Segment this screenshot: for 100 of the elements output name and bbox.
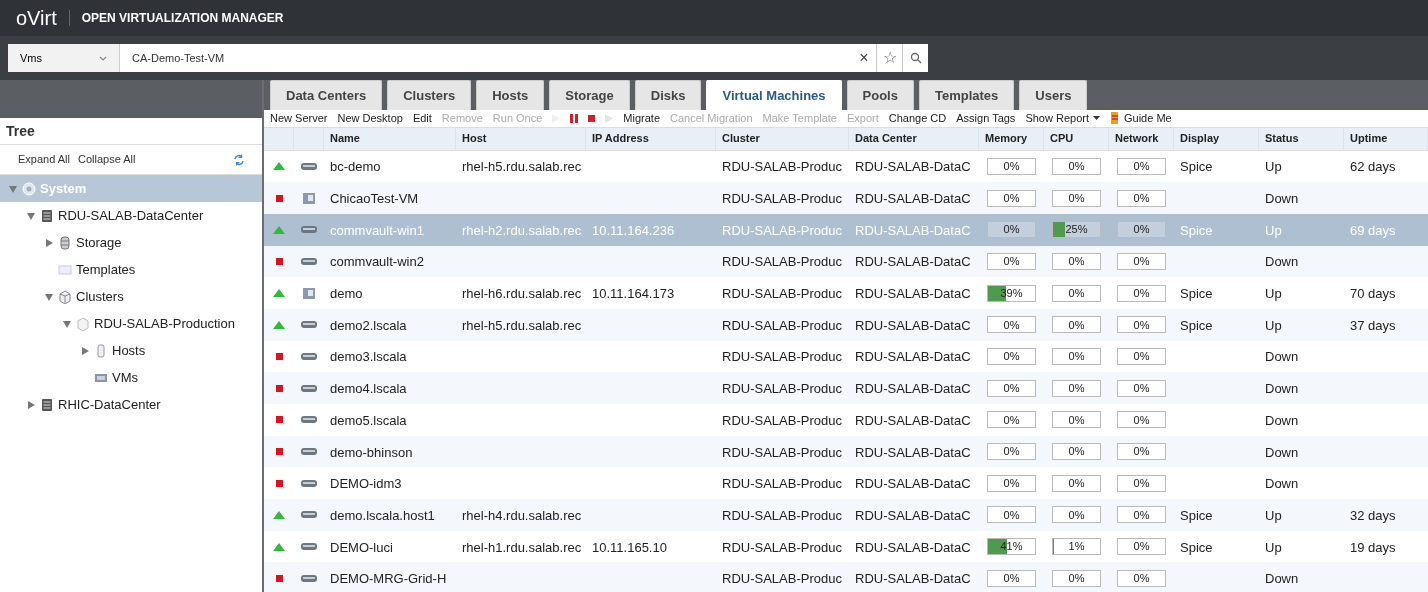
tab[interactable]: Pools [846, 80, 914, 110]
tab[interactable]: Virtual Machines [706, 80, 842, 110]
usage-meter: 0% [1117, 316, 1166, 334]
table-row[interactable]: demo-bhinson RDU-SALAB-Produc RDU-SALAB-DataC 0% 0% 0% Down [264, 435, 1428, 468]
table-cell: DEMO-idm3 [330, 476, 402, 492]
usage-meter: 0% [1052, 569, 1101, 587]
usage-meter: 0% [987, 316, 1036, 334]
toolbar-button[interactable]: Edit [412, 110, 432, 127]
table-cell: RDU-SALAB-Produc [722, 222, 842, 238]
usage-meter: 0% [987, 506, 1036, 524]
table-row[interactable]: demo.lscala.host1 rhel-h4.rdu.salab.rec RDU-SALAB-Produc RDU-SALAB-DataC 0% 0% 0% Spice Up 32 days [264, 499, 1428, 531]
bookmark-button[interactable]: ☆ [876, 44, 902, 72]
tree-item[interactable]: Templates [0, 256, 262, 283]
table-cell: 19 days [1350, 539, 1396, 555]
table-cell: Spice [1180, 159, 1213, 175]
table-row[interactable]: ChicaoTest-VM RDU-SALAB-Produc RDU-SALAB-DataC 0% 0% 0% Down [264, 182, 1428, 214]
table-row[interactable]: commvault-win2 RDU-SALAB-Produc RDU-SALAB-DataC 0% 0% 0% Down [264, 245, 1428, 278]
toolbar-button[interactable]: New Desktop [337, 110, 403, 127]
tab[interactable]: Hosts [476, 80, 545, 110]
table-cell: Spice [1180, 539, 1213, 555]
tree-action-link[interactable]: Expand All [18, 151, 70, 168]
column-header[interactable]: Cluster [716, 127, 849, 150]
tree-item[interactable]: Hosts [0, 337, 262, 364]
table-cell: Up [1265, 159, 1282, 175]
column-header[interactable]: Status [1259, 127, 1344, 150]
cube-icon [58, 289, 72, 304]
app-title: OPEN VIRTUALIZATION MANAGER [81, 10, 284, 27]
usage-meter: 0% [987, 411, 1036, 429]
tab[interactable]: Data Centers [270, 80, 383, 110]
table-cell: RDU-SALAB-Produc [722, 444, 842, 460]
table-cell: Spice [1180, 317, 1213, 333]
tab[interactable]: Clusters [387, 80, 472, 110]
cylinder-icon [58, 235, 72, 250]
toolbar-button[interactable]: Migrate [623, 110, 661, 127]
usage-meter: 0% [1117, 347, 1166, 365]
guide-me-button[interactable]: Guide Me [1109, 110, 1172, 127]
toolbar-button[interactable]: New Server [270, 110, 328, 127]
column-header[interactable]: Network [1109, 127, 1174, 150]
tree-item[interactable]: RDU-SALAB-Production [0, 310, 262, 337]
usage-meter: 0% [1052, 157, 1101, 175]
column-header[interactable]: IP Address [586, 127, 716, 150]
table-row[interactable]: commvault-win1 rhel-h2.rdu.salab.rec 10.11.164.236 RDU-SALAB-Produc RDU-SALAB-DataC 0% 25% 0% Spice Up 69 days [264, 213, 1428, 246]
database-icon [40, 208, 54, 223]
toolbar-icon-button[interactable] [588, 114, 596, 122]
table-cell: Up [1265, 507, 1282, 523]
table-cell: ChicaoTest-VM [330, 191, 419, 207]
table-cell: Up [1265, 286, 1282, 302]
tree-action-link[interactable]: Collapse All [78, 151, 136, 168]
logo: oVirt [16, 6, 57, 31]
table-row[interactable]: DEMO-MRG-Grid-H RDU-SALAB-Produc RDU-SALAB-DataC 0% 0% 0% Down [264, 562, 1428, 592]
table-row[interactable]: demo4.lscala RDU-SALAB-Produc RDU-SALAB-DataC 0% 0% 0% Down [264, 372, 1428, 404]
table-cell: DEMO-luci [330, 539, 393, 555]
table-cell: commvault-win2 [330, 254, 424, 270]
expand-arrow-icon [44, 237, 54, 248]
tab[interactable]: Users [1019, 80, 1088, 110]
tree-item[interactable]: RHIC-DataCenter [0, 391, 262, 418]
table-cell: 10.11.164.173 [592, 286, 675, 302]
tab[interactable]: Storage [549, 80, 630, 110]
tree-item[interactable]: Clusters [0, 283, 262, 310]
table-cell: 37 days [1350, 317, 1396, 333]
toolbar-button[interactable]: Change CD [888, 110, 947, 127]
clear-button[interactable]: × [852, 44, 876, 72]
search-field[interactable]: CA-Demo-Test-VM [120, 49, 852, 67]
usage-meter: 0% [1117, 379, 1166, 397]
usage-meter: 0% [1052, 411, 1101, 429]
usage-meter: 0% [1052, 252, 1101, 270]
usage-meter: 0% [1052, 506, 1101, 524]
table-cell: RDU-SALAB-Produc [722, 571, 842, 587]
usage-meter: 0% [987, 221, 1036, 239]
column-header[interactable]: Uptime [1344, 127, 1428, 150]
column-header[interactable]: Host [456, 127, 586, 150]
usage-meter: 0% [1052, 284, 1101, 302]
table-cell: RDU-SALAB-Produc [722, 539, 842, 555]
table-cell: RDU-SALAB-DataC [855, 507, 971, 523]
table-cell: demo3.lscala [330, 349, 407, 365]
refresh-icon[interactable] [234, 153, 244, 166]
table-cell: RDU-SALAB-Produc [722, 286, 842, 302]
column-header[interactable]: Memory [979, 127, 1044, 150]
table-cell: RDU-SALAB-Produc [722, 254, 842, 270]
show-report-menu[interactable]: Show Report [1025, 110, 1100, 127]
tree-item[interactable]: Storage [0, 229, 262, 256]
table-cell: 32 days [1350, 507, 1396, 523]
table-cell: RDU-SALAB-DataC [855, 412, 971, 428]
column-header[interactable]: CPU [1044, 127, 1109, 150]
tree-item[interactable]: VMs [0, 364, 262, 391]
usage-meter: 0% [1117, 506, 1166, 524]
collapse-arrow-icon [62, 318, 72, 329]
table-cell: demo5.lscala [330, 412, 407, 428]
table-row[interactable]: demo2.lscala rhel-h5.rdu.salab.rec RDU-SALAB-Produc RDU-SALAB-DataC 0% 0% 0% Spice Up 37 days [264, 308, 1428, 341]
table-cell: Spice [1180, 222, 1213, 238]
search-scope-dropdown[interactable]: Vms [8, 44, 120, 72]
column-header[interactable]: Data Center [849, 127, 979, 150]
toolbar-button[interactable]: Assign Tags [956, 110, 1016, 127]
column-header[interactable]: Display [1174, 127, 1259, 150]
column-header[interactable]: Name [324, 127, 456, 150]
usage-meter: 25% [1052, 221, 1101, 239]
tree-item[interactable]: RDU-SALAB-DataCenter [0, 202, 262, 229]
tab[interactable]: Disks [634, 80, 702, 110]
toolbar-icon-button[interactable] [570, 113, 579, 123]
tab[interactable]: Templates [918, 80, 1015, 110]
